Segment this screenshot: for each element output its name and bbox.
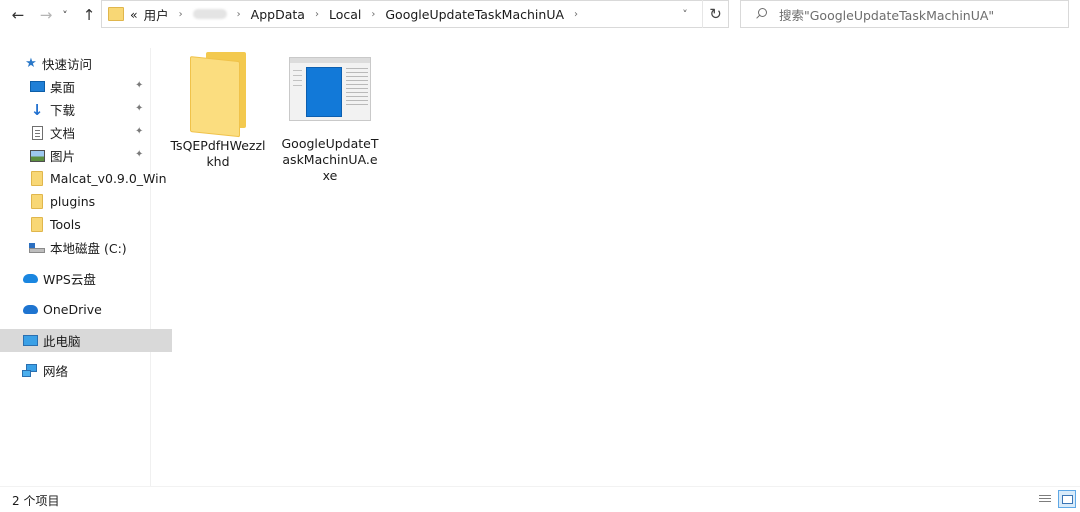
sidebar-item-pictures[interactable]: 图片 ✦ — [0, 144, 179, 167]
breadcrumb-username-redacted[interactable] — [192, 9, 227, 19]
document-icon — [31, 125, 43, 140]
refresh-button[interactable]: ↻ — [702, 0, 728, 28]
computer-icon — [22, 335, 38, 346]
large-icons-view-button[interactable] — [1058, 490, 1076, 508]
address-dropdown-button[interactable]: ˅ — [678, 7, 692, 21]
search-input[interactable]: 搜索"GoogleUpdateTaskMachinUA" — [740, 0, 1069, 28]
sidebar-item-label: plugins — [50, 194, 96, 209]
up-arrow-icon: ↑ — [82, 6, 96, 24]
picture-icon — [29, 149, 45, 162]
sidebar-item-this-pc[interactable]: 此电脑 — [0, 329, 172, 352]
sidebar-item-network[interactable]: 网络 — [0, 359, 172, 382]
pin-icon[interactable]: ✦ — [135, 126, 145, 138]
sidebar-item-label: 此电脑 — [43, 334, 81, 349]
breadcrumb-separator-icon[interactable]: › — [574, 9, 578, 20]
search-placeholder: 搜索"GoogleUpdateTaskMachinUA" — [779, 7, 995, 23]
breadcrumb-overflow[interactable]: « — [130, 7, 138, 22]
sidebar-item-documents[interactable]: 文档 ✦ — [0, 121, 179, 144]
sidebar-item-label: WPS云盘 — [43, 272, 96, 287]
sidebar-item-malcat[interactable]: Malcat_v0.9.0_Win — [0, 167, 179, 190]
details-view-button[interactable] — [1036, 490, 1054, 508]
recent-locations-button[interactable]: ˅ — [58, 5, 72, 25]
sidebar-item-label: 本地磁盘 (C:) — [50, 241, 127, 256]
sidebar-item-tools[interactable]: Tools — [0, 213, 179, 236]
forward-button[interactable]: → — [36, 5, 56, 25]
folder-icon — [31, 194, 43, 209]
star-icon: ★ — [25, 56, 37, 71]
chevron-down-icon: ˅ — [682, 7, 688, 21]
desktop-icon — [29, 81, 45, 92]
forward-arrow-icon: → — [39, 6, 53, 24]
status-bar: 2 个项目 — [0, 486, 1080, 512]
back-button[interactable]: ← — [8, 5, 28, 25]
file-name: TsQEPdfHWezzlkhd — [170, 138, 266, 169]
large-icons-view-icon — [1061, 494, 1073, 504]
download-icon: ↓ — [30, 100, 44, 119]
search-icon — [755, 7, 769, 21]
back-arrow-icon: ← — [11, 6, 25, 24]
folder-icon — [31, 217, 43, 232]
up-button[interactable]: ↑ — [79, 5, 99, 25]
breadcrumb-separator-icon[interactable]: › — [315, 9, 319, 20]
sidebar-item-plugins[interactable]: plugins — [0, 190, 179, 213]
sidebar-item-quick-access[interactable]: ★ 快速访问 — [0, 52, 173, 75]
item-count: 2 个项目 — [12, 494, 60, 508]
executable-icon — [289, 57, 371, 121]
file-item-exe[interactable]: GoogleUpdateTaskMachinUA.exe — [280, 57, 380, 184]
sidebar-item-label: Tools — [50, 217, 81, 232]
pin-icon[interactable]: ✦ — [135, 80, 145, 92]
sidebar-item-label: 网络 — [43, 364, 69, 379]
cloud-icon — [22, 274, 38, 283]
drive-icon — [29, 242, 45, 253]
folder-icon — [31, 171, 43, 186]
sidebar-item-label: 快速访问 — [42, 57, 93, 72]
file-item-folder[interactable]: TsQEPdfHWezzlkhd — [168, 52, 268, 170]
folder-icon — [108, 7, 124, 21]
navigation-pane: ★ 快速访问 桌面 ✦ ↓ 下载 ✦ 文档 ✦ 图片 ✦ Malcat_v0.9… — [0, 48, 172, 486]
sidebar-item-label: 桌面 — [50, 80, 76, 95]
breadcrumb-appdata[interactable]: AppData — [251, 7, 305, 22]
sidebar-item-label: 图片 — [50, 149, 76, 164]
breadcrumb-local[interactable]: Local — [329, 7, 361, 22]
pin-icon[interactable]: ✦ — [135, 103, 145, 115]
sidebar-item-downloads[interactable]: ↓ 下载 ✦ — [0, 98, 179, 121]
sidebar-item-wps-cloud[interactable]: WPS云盘 — [0, 267, 172, 290]
sidebar-item-onedrive[interactable]: OneDrive — [0, 298, 172, 321]
sidebar-item-label: 文档 — [50, 126, 76, 141]
onedrive-icon — [22, 305, 38, 314]
breadcrumb-separator-icon[interactable]: › — [179, 9, 183, 20]
sidebar-item-label: OneDrive — [43, 302, 102, 317]
breadcrumb-separator-icon[interactable]: › — [371, 9, 375, 20]
navigation-bar: ← → ˅ ↑ « 用户 › › AppData › Local › Googl… — [0, 0, 1080, 30]
network-icon — [22, 363, 38, 378]
sidebar-item-desktop[interactable]: 桌面 ✦ — [0, 75, 179, 98]
sidebar-item-label: Malcat_v0.9.0_Win — [50, 171, 167, 186]
file-name: GoogleUpdateTaskMachinUA.exe — [281, 136, 379, 183]
pin-icon[interactable]: ✦ — [135, 149, 145, 161]
sidebar-item-local-disk[interactable]: 本地磁盘 (C:) — [0, 236, 179, 259]
sidebar-item-label: 下载 — [50, 103, 76, 118]
address-bar[interactable]: « 用户 › › AppData › Local › GoogleUpdateT… — [101, 0, 729, 28]
breadcrumb-current-folder[interactable]: GoogleUpdateTaskMachinUA — [385, 7, 564, 22]
breadcrumb: « 用户 › › AppData › Local › GoogleUpdateT… — [130, 5, 588, 24]
breadcrumb-separator-icon[interactable]: › — [237, 9, 241, 20]
chevron-down-icon: ˅ — [62, 8, 68, 22]
refresh-icon: ↻ — [709, 5, 722, 23]
breadcrumb-users[interactable]: 用户 — [144, 5, 169, 24]
folder-icon — [190, 52, 246, 138]
details-view-icon — [1039, 494, 1051, 504]
